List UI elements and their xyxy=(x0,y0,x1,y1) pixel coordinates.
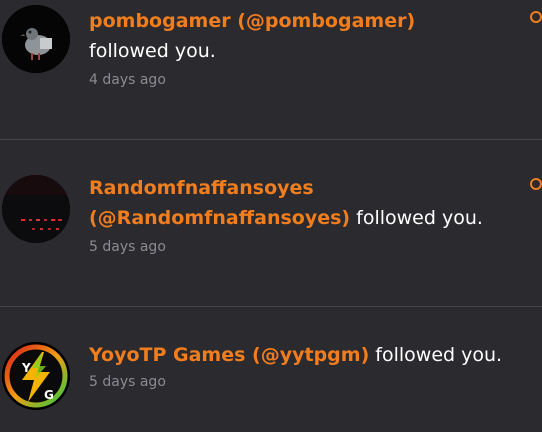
unread-indicator[interactable] xyxy=(530,11,542,23)
notification-feed: pombogamer (@pombogamer) followed you. 4… xyxy=(0,0,542,432)
unread-indicator[interactable] xyxy=(530,178,542,190)
avatar-letter-y: Y xyxy=(21,361,31,375)
user-avatar[interactable] xyxy=(2,175,70,243)
username-handle-link[interactable]: (@Randomfnaffansoyes) xyxy=(89,207,350,229)
username-link[interactable]: pombogamer (@pombogamer) xyxy=(89,10,415,32)
timestamp[interactable]: 5 days ago xyxy=(89,239,166,255)
username-link[interactable]: YoyoTP Games (@yytpgm) xyxy=(89,344,369,366)
action-text: followed you. xyxy=(356,207,483,229)
notification-text: pombogamer (@pombogamer) followed you. xyxy=(89,6,415,66)
action-text: followed you. xyxy=(89,40,216,62)
user-avatar[interactable]: Y G xyxy=(2,342,70,410)
notification-item: Randomfnaffansoyes (@Randomfnaffansoyes)… xyxy=(0,140,542,306)
username-link[interactable]: Randomfnaffansoyes xyxy=(89,177,314,199)
avatar-letter-g: G xyxy=(44,388,54,402)
notification-item: Y G YoyoTP Games (@yytpgm) followed you.… xyxy=(0,307,542,432)
pigeon-avatar-icon xyxy=(2,5,70,73)
notification-item: pombogamer (@pombogamer) followed you. 4… xyxy=(0,0,542,139)
user-avatar[interactable] xyxy=(2,5,70,73)
dark-scene-avatar-icon xyxy=(2,175,70,243)
notification-text: Randomfnaffansoyes (@Randomfnaffansoyes)… xyxy=(89,173,483,233)
timestamp[interactable]: 5 days ago xyxy=(89,374,166,390)
action-text: followed you. xyxy=(375,344,503,366)
lightning-logo-avatar-icon: Y G xyxy=(2,342,70,410)
notification-text: YoyoTP Games (@yytpgm) followed you. xyxy=(89,340,502,370)
timestamp[interactable]: 4 days ago xyxy=(89,72,166,88)
